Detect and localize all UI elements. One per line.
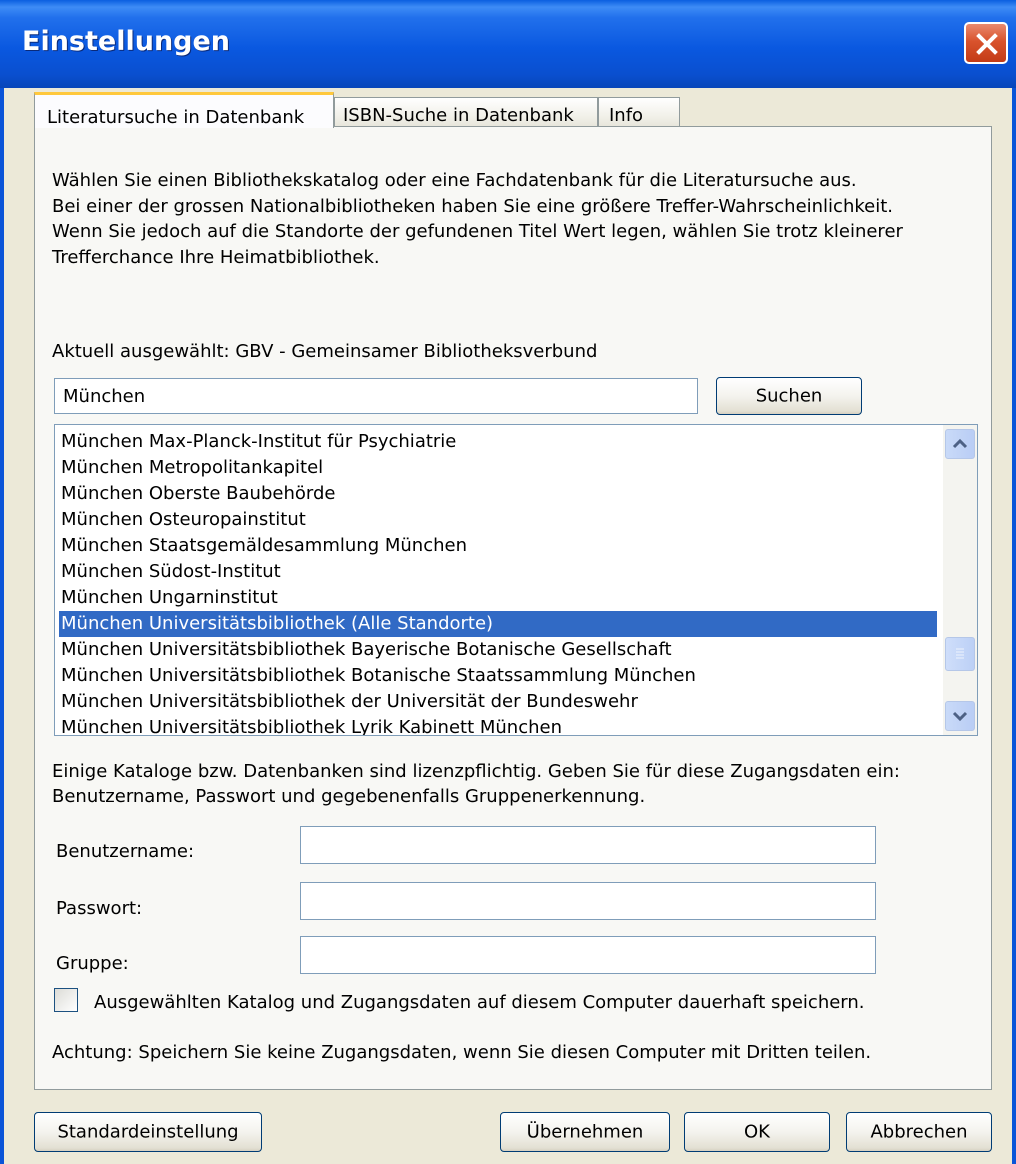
- list-item[interactable]: München Staatsgemäldesammlung München: [59, 533, 937, 559]
- default-settings-button[interactable]: Standardeinstellung: [34, 1112, 262, 1152]
- library-list[interactable]: München Max-Planck-Institut für Psychiat…: [54, 424, 978, 736]
- warning-text: Achtung: Speichern Sie keine Zugangsdate…: [52, 1042, 872, 1063]
- intro-text: Wählen Sie einen Bibliothekskatalog oder…: [52, 170, 903, 268]
- username-field[interactable]: [300, 826, 876, 864]
- license-info-line1: Einige Kataloge bzw. Datenbanken sind li…: [52, 761, 900, 782]
- list-item[interactable]: München Universitätsbibliothek Bayerisch…: [59, 637, 937, 663]
- save-credentials-label[interactable]: Ausgewählten Katalog und Zugangsdaten au…: [94, 992, 865, 1013]
- scroll-down-button[interactable]: [945, 701, 975, 731]
- apply-button[interactable]: Übernehmen: [500, 1112, 670, 1152]
- list-item[interactable]: München Metropolitankapitel: [59, 455, 937, 481]
- license-info-line2: Benutzername, Passwort und gegebenenfall…: [52, 786, 646, 807]
- ok-button[interactable]: OK: [684, 1112, 830, 1152]
- list-item[interactable]: München Osteuropainstitut: [59, 507, 937, 533]
- cancel-button[interactable]: Abbrechen: [846, 1112, 992, 1152]
- list-item[interactable]: München Max-Planck-Institut für Psychiat…: [59, 429, 937, 455]
- group-label: Gruppe:: [56, 953, 129, 974]
- search-input[interactable]: München: [54, 378, 698, 414]
- list-item[interactable]: München Ungarninstitut: [59, 585, 937, 611]
- username-label: Benutzername:: [56, 841, 195, 862]
- list-item[interactable]: München Universitätsbibliothek Lyrik Kab…: [59, 715, 937, 735]
- password-field[interactable]: [300, 882, 876, 920]
- list-item-selected[interactable]: München Universitätsbibliothek (Alle Sta…: [59, 611, 937, 637]
- current-selection-label: Aktuell ausgewählt: GBV - Gemeinsamer Bi…: [52, 341, 598, 362]
- list-item[interactable]: München Südost-Institut: [59, 559, 937, 585]
- scroll-thumb[interactable]: [945, 637, 975, 671]
- list-item[interactable]: München Universitätsbibliothek Botanisch…: [59, 663, 937, 689]
- group-field[interactable]: [300, 936, 876, 974]
- search-button[interactable]: Suchen: [716, 377, 862, 415]
- list-item[interactable]: München Oberste Baubehörde: [59, 481, 937, 507]
- save-credentials-checkbox[interactable]: [54, 988, 78, 1012]
- password-label: Passwort:: [56, 898, 143, 919]
- list-scrollbar[interactable]: [943, 425, 977, 735]
- list-item[interactable]: München Universitätsbibliothek der Unive…: [59, 689, 937, 715]
- scroll-up-button[interactable]: [945, 429, 975, 459]
